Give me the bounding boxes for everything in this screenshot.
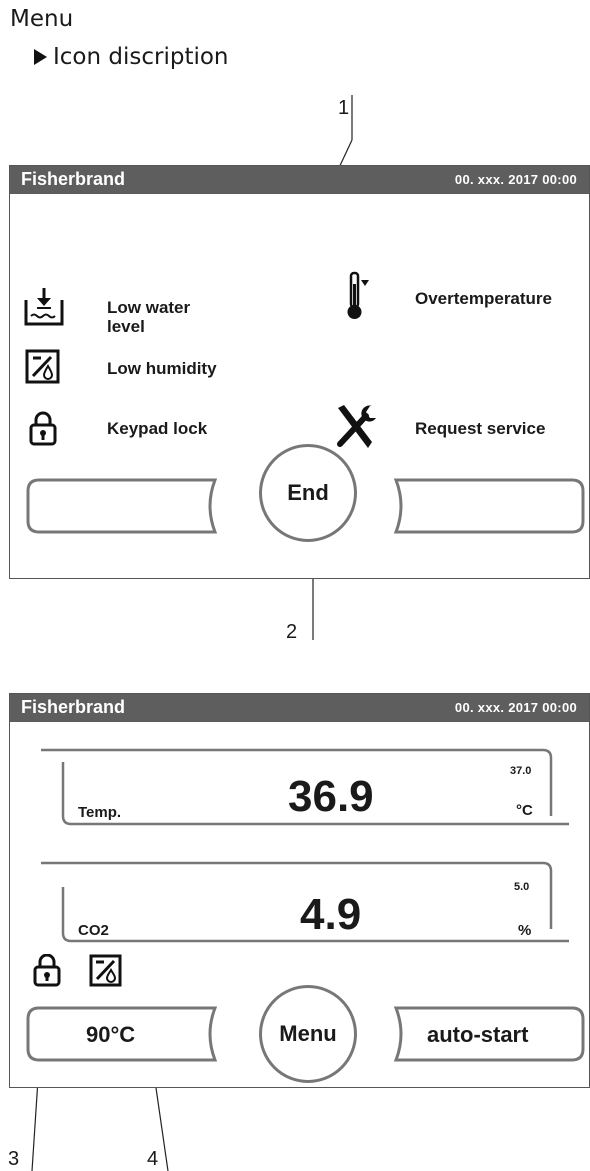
callout-3: 3 bbox=[8, 1148, 20, 1170]
request-service-label: Request service bbox=[415, 419, 546, 438]
keypad-lock-label: Keypad lock bbox=[107, 419, 208, 438]
keypad-lock-icon bbox=[29, 411, 57, 446]
co2-unit: % bbox=[518, 922, 532, 939]
menu-button[interactable]: Menu bbox=[259, 985, 357, 1083]
header-bar: Fisherbrand 00. xxx. 2017 00:00 bbox=[10, 166, 589, 194]
menu-button-label: Menu bbox=[279, 1021, 337, 1046]
temp-value: 36.9 bbox=[288, 772, 374, 821]
temp-limit-button-label[interactable]: 90°C bbox=[86, 1022, 135, 1048]
callout-2: 2 bbox=[286, 621, 298, 643]
callout-4: 4 bbox=[147, 1148, 159, 1170]
screen-main-display: Fisherbrand 00. xxx. 2017 00:00 Temp. 36… bbox=[9, 693, 590, 1088]
date-time: 00. xxx. 2017 00:00 bbox=[454, 700, 577, 715]
temp-label: Temp. bbox=[78, 804, 122, 821]
low-humidity-icon bbox=[89, 954, 122, 987]
co2-label: CO2 bbox=[78, 922, 109, 939]
low-humidity-label: Low humidity bbox=[107, 359, 217, 378]
right-softkey[interactable] bbox=[391, 477, 586, 535]
left-softkey[interactable] bbox=[25, 477, 220, 535]
callout-1: 1 bbox=[338, 97, 350, 119]
co2-setpoint: 5.0 bbox=[514, 881, 530, 893]
end-button[interactable]: End bbox=[259, 444, 357, 542]
screen-icon-description: Fisherbrand 00. xxx. 2017 00:00 Low wate… bbox=[9, 165, 590, 579]
header-bar: Fisherbrand 00. xxx. 2017 00:00 bbox=[10, 694, 589, 722]
date-time: 00. xxx. 2017 00:00 bbox=[454, 172, 577, 187]
end-button-label: End bbox=[287, 480, 329, 505]
request-service-icon bbox=[337, 405, 376, 448]
low-humidity-icon bbox=[25, 349, 60, 384]
auto-start-button-label[interactable]: auto-start bbox=[427, 1022, 528, 1048]
overtemperature-icon bbox=[347, 271, 369, 319]
temp-setpoint: 37.0 bbox=[510, 765, 532, 777]
temp-unit: °C bbox=[516, 802, 533, 819]
brand-name: Fisherbrand bbox=[21, 697, 126, 717]
overtemperature-label: Overtemperature bbox=[415, 289, 553, 308]
low-water-level-icon bbox=[24, 288, 64, 326]
co2-value: 4.9 bbox=[300, 890, 362, 939]
low-water-level-label: Low water level bbox=[107, 298, 191, 336]
brand-name: Fisherbrand bbox=[21, 169, 126, 189]
keypad-lock-icon bbox=[33, 954, 61, 987]
